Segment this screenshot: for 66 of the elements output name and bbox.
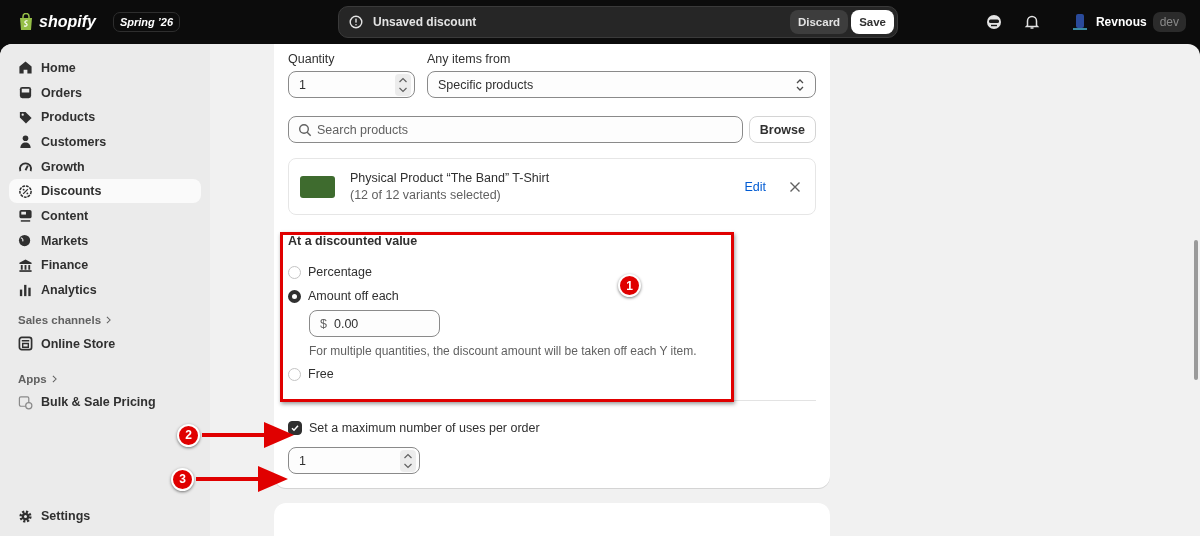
field-label: Any items from bbox=[427, 52, 512, 66]
edit-link[interactable]: Edit bbox=[744, 179, 766, 194]
monitor-icon bbox=[18, 208, 33, 224]
nav-item[interactable]: Content bbox=[9, 204, 201, 228]
tag-icon bbox=[18, 109, 33, 125]
stepper-icon[interactable] bbox=[395, 73, 411, 96]
amount-field[interactable]: $ 0.00 bbox=[309, 310, 440, 337]
variant-count: (12 of 12 variants selected) bbox=[350, 188, 502, 202]
nav-item[interactable]: Online Store bbox=[9, 331, 201, 356]
release-badge[interactable]: Spring ’26 bbox=[112, 12, 181, 32]
number-field[interactable]: 1 bbox=[288, 447, 420, 474]
save-button[interactable]: Save bbox=[851, 10, 894, 34]
close-icon[interactable] bbox=[789, 180, 801, 193]
gear-icon bbox=[18, 508, 33, 524]
browse-button[interactable]: Browse bbox=[748, 116, 816, 143]
gauge-icon bbox=[18, 159, 33, 175]
section-title: At a discounted value bbox=[288, 234, 419, 248]
chevron-right-icon[interactable] bbox=[51, 375, 57, 384]
store-badge: dev bbox=[1152, 12, 1186, 32]
radio-button[interactable] bbox=[288, 289, 301, 303]
checkbox[interactable] bbox=[288, 421, 302, 435]
section-heading[interactable]: Sales channels bbox=[18, 314, 102, 327]
check-icon bbox=[290, 423, 300, 433]
nav-item[interactable]: Orders bbox=[9, 80, 201, 105]
nav-item[interactable]: Growth bbox=[9, 154, 201, 179]
store-icon bbox=[18, 336, 33, 352]
chevron-up-down-icon bbox=[795, 77, 805, 92]
tray-icon bbox=[18, 85, 33, 101]
chevron-right-icon[interactable] bbox=[106, 316, 112, 325]
help-text: For multiple quantities, the discount amount will be taken off each Y item. bbox=[309, 344, 698, 358]
field-label: Quantity bbox=[288, 52, 336, 66]
nav-item[interactable]: Finance bbox=[9, 253, 201, 278]
nav-item[interactable]: Customers bbox=[9, 130, 201, 154]
nav-item[interactable]: Settings bbox=[9, 504, 201, 528]
nav-item[interactable]: Markets bbox=[9, 228, 201, 253]
search-field[interactable]: Search products bbox=[288, 116, 743, 143]
store-name[interactable]: Revnous bbox=[1095, 15, 1147, 29]
save-bar-message: Unsaved discount bbox=[373, 15, 478, 29]
alert-icon bbox=[349, 15, 363, 29]
select-field[interactable]: Specific products bbox=[427, 71, 816, 98]
scrollbar[interactable] bbox=[1194, 240, 1198, 380]
nav-item[interactable]: Products bbox=[9, 105, 201, 130]
product-name: Physical Product “The Band” T-Shirt bbox=[350, 171, 551, 185]
bell-icon[interactable] bbox=[1023, 14, 1040, 30]
bar-chart-icon bbox=[18, 282, 33, 298]
quantity-field[interactable]: 1 bbox=[288, 71, 415, 98]
checkbox-label[interactable]: Set a maximum number of uses per order bbox=[309, 421, 540, 435]
shopping-bag-icon bbox=[18, 13, 34, 31]
radio-label[interactable]: Percentage bbox=[308, 265, 372, 279]
app-icon bbox=[18, 394, 33, 410]
photo-placeholder bbox=[300, 175, 335, 198]
section-heading[interactable]: Apps bbox=[18, 373, 47, 386]
discount-icon bbox=[18, 183, 33, 199]
nav-item[interactable]: Bulk & Sale Pricing bbox=[9, 390, 201, 415]
nav-item[interactable]: Home bbox=[9, 56, 201, 80]
stepper-icon[interactable] bbox=[400, 449, 416, 472]
nav-item[interactable]: Analytics bbox=[9, 278, 201, 302]
bank-icon bbox=[18, 257, 33, 273]
radio-label[interactable]: Amount off each bbox=[308, 289, 399, 303]
logo-text[interactable]: shopify bbox=[39, 13, 96, 31]
radio-label[interactable]: Free bbox=[308, 367, 334, 381]
search-icon bbox=[298, 123, 312, 137]
discard-button[interactable]: Discard bbox=[789, 10, 849, 34]
home-icon bbox=[18, 60, 33, 76]
person-icon bbox=[18, 134, 33, 150]
nav-item[interactable]: Discounts bbox=[9, 179, 201, 204]
